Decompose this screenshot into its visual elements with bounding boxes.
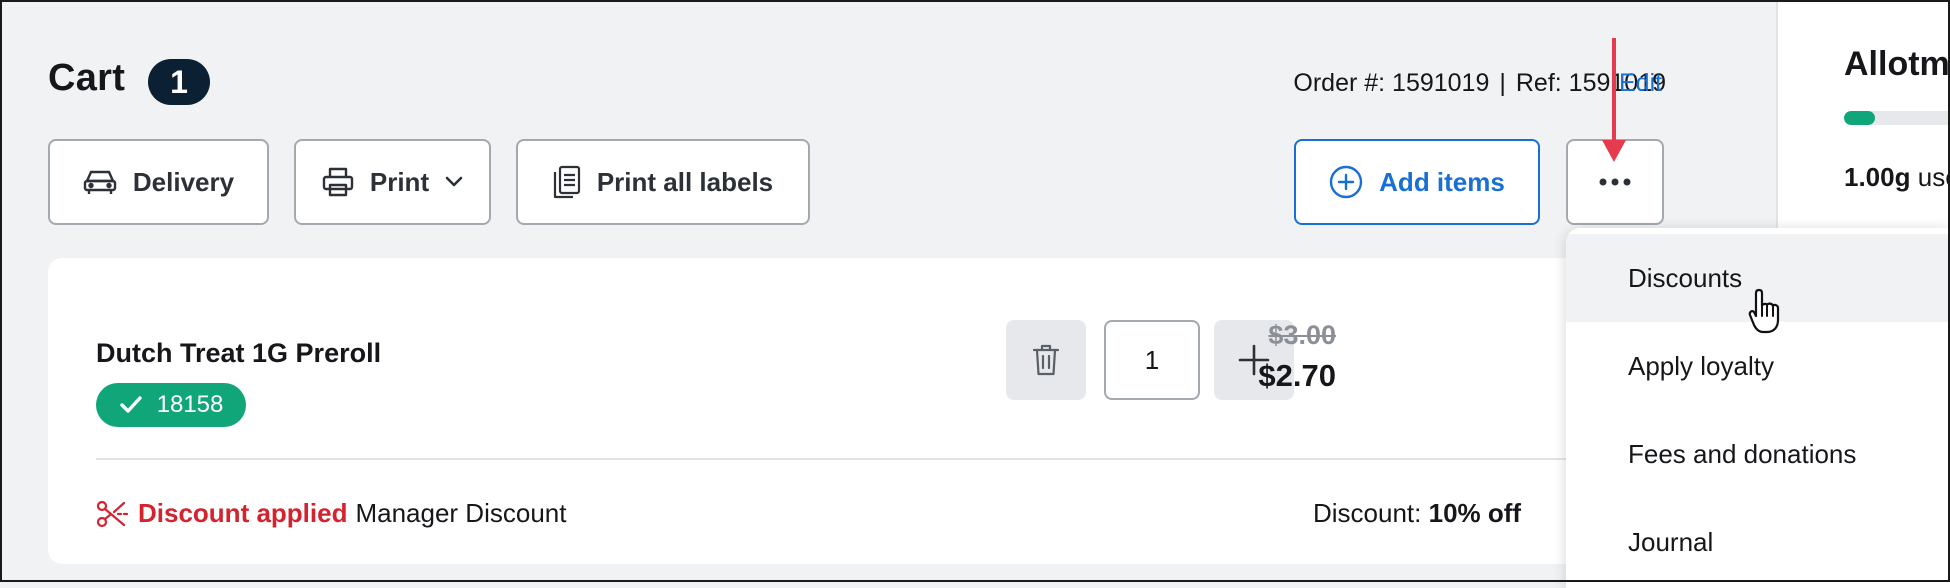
hand-cursor-icon [1748,288,1780,334]
allotment-used-amount: 1.00g [1844,162,1911,192]
remove-item-button[interactable] [1006,320,1086,400]
order-number: Order #: 1591019 [1293,69,1490,97]
print-label: Print [369,166,430,197]
menu-item-journal[interactable]: Journal [1566,498,1950,586]
menu-item-fees-and-donations[interactable]: Fees and donations [1566,410,1950,498]
item-name: Dutch Treat 1G Preroll [96,338,382,368]
delivery-label: Delivery [132,166,235,197]
edit-link[interactable]: Edit [1619,69,1662,98]
print-all-labels-button[interactable]: Print all labels [516,139,810,225]
allotment-used-suffix: used [1917,162,1950,192]
chevron-down-icon [445,176,463,187]
quantity-input[interactable]: 1 [1104,320,1200,400]
allotment-progress-fill [1844,111,1875,125]
order-info: Order #: 1591019 | Ref: 1591019 [1293,69,1666,98]
discounted-price: $2.70 [1258,358,1336,393]
discount-summary: Discount: 10% off [1313,498,1521,529]
trash-icon [1032,344,1060,376]
car-icon [83,170,117,194]
add-items-button[interactable]: Add items [1294,139,1540,225]
annotation-arrow-head [1602,140,1626,162]
allotment-used: 1.00g used [1844,162,1950,193]
sku-number: 18158 [156,391,224,418]
discount-label: Discount: [1313,498,1422,528]
allotment-progress-bar [1844,111,1950,125]
item-divider [96,458,1616,460]
discount-value: 10% off [1428,498,1522,528]
discount-row: Discount applied Manager Discount [96,498,566,529]
more-options-menu: Discounts Apply loyalty Fees and donatio… [1566,228,1950,588]
discount-applied-label: Discount applied [138,498,348,528]
allotment-title: Allotment [1844,45,1950,83]
print-dropdown-button[interactable]: Print [294,139,491,225]
discount-name: Manager Discount [355,498,567,528]
add-items-label: Add items [1379,166,1505,197]
print-all-labels-label: Print all labels [596,166,774,197]
sku-badge: 18158 [96,383,246,427]
printer-icon [322,167,354,197]
annotation-arrow-shaft [1612,38,1616,145]
order-separator: | [1499,69,1506,97]
scissors-icon [96,500,128,527]
delivery-button[interactable]: Delivery [48,139,269,225]
more-horizontal-icon [1599,178,1631,186]
labels-icon [553,165,580,199]
menu-item-apply-loyalty[interactable]: Apply loyalty [1566,322,1950,410]
check-icon [119,396,142,413]
original-price: $3.00 [1268,320,1336,350]
cart-item-card: Dutch Treat 1G Preroll 18158 1 $3.00 $2.… [48,258,1668,564]
cart-count-badge: 1 [148,59,210,105]
page-title: Cart [48,57,126,99]
plus-circle-icon [1329,165,1363,199]
